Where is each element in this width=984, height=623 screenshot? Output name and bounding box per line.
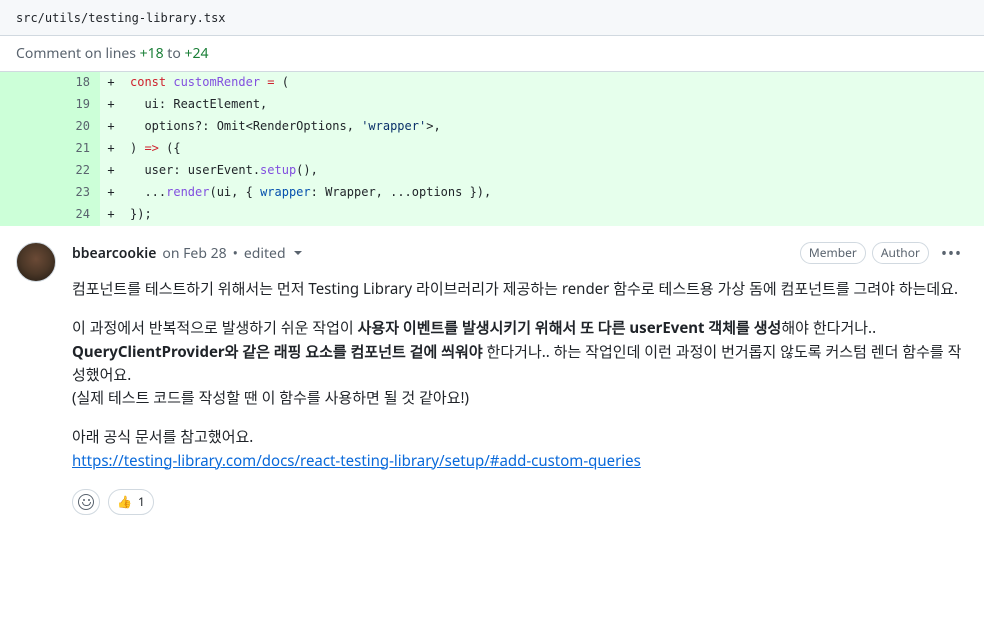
comment-paragraph: 아래 공식 문서를 참고했어요. https://testing-library… xyxy=(72,426,968,473)
code-line: 20+ options?: Omit<RenderOptions, 'wrapp… xyxy=(0,116,984,138)
chevron-down-icon[interactable] xyxy=(294,251,302,255)
edited-label[interactable]: edited xyxy=(244,244,286,263)
file-path[interactable]: src/utils/testing-library.tsx xyxy=(16,11,226,25)
code-line: 19+ ui: ReactElement, xyxy=(0,94,984,116)
code-line: 21+) => ({ xyxy=(0,138,984,160)
doc-link[interactable]: https://testing-library.com/docs/react-t… xyxy=(72,451,641,471)
diff-marker: + xyxy=(100,182,122,204)
file-header: src/utils/testing-library.tsx xyxy=(0,0,984,36)
comment-paragraph: 컴포넌트를 테스트하기 위해서는 먼저 Testing Library 라이브러… xyxy=(72,278,968,301)
reaction-count: 1 xyxy=(138,493,145,510)
code-content: ui: ReactElement, xyxy=(122,94,267,116)
kebab-menu-icon[interactable]: ••• xyxy=(935,242,968,264)
code-diff-block: 18+const customRender = (19+ ui: ReactEl… xyxy=(0,72,984,226)
diff-marker: + xyxy=(100,138,122,160)
author-link[interactable]: bbearcookie xyxy=(72,244,156,263)
line-number[interactable]: 20 xyxy=(50,116,100,138)
thumbs-up-reaction[interactable]: 👍 1 xyxy=(108,489,154,515)
code-content: ) => ({ xyxy=(122,138,181,160)
review-comment: bbearcookie on Feb 28 • edited Member Au… xyxy=(0,226,984,531)
code-content: ...render(ui, { wrapper: Wrapper, ...opt… xyxy=(122,182,491,204)
comment-text: 컴포넌트를 테스트하기 위해서는 먼저 Testing Library 라이브러… xyxy=(72,278,968,473)
line-number[interactable]: 18 xyxy=(50,72,100,94)
avatar[interactable] xyxy=(16,242,56,282)
code-line: 18+const customRender = ( xyxy=(0,72,984,94)
line-number[interactable]: 24 xyxy=(50,204,100,226)
range-to: +24 xyxy=(184,44,208,63)
diff-marker: + xyxy=(100,72,122,94)
comment-line-range: Comment on lines +18 to +24 xyxy=(0,36,984,72)
comment-paragraph: 이 과정에서 반복적으로 발생하기 쉬운 작업이 사용자 이벤트를 발생시키기 … xyxy=(72,317,968,410)
diff-marker: + xyxy=(100,204,122,226)
line-number[interactable]: 23 xyxy=(50,182,100,204)
timestamp[interactable]: on Feb 28 xyxy=(162,244,226,263)
member-badge: Member xyxy=(800,242,866,264)
author-badge: Author xyxy=(872,242,929,264)
diff-marker: + xyxy=(100,160,122,182)
thumbs-up-icon: 👍 xyxy=(117,493,132,510)
line-number[interactable]: 22 xyxy=(50,160,100,182)
line-number[interactable]: 21 xyxy=(50,138,100,160)
diff-marker: + xyxy=(100,94,122,116)
add-reaction-button[interactable] xyxy=(72,489,100,515)
diff-marker: + xyxy=(100,116,122,138)
line-number[interactable]: 19 xyxy=(50,94,100,116)
code-line: 24+}); xyxy=(0,204,984,226)
reactions-bar: 👍 1 xyxy=(72,489,968,515)
code-content: user: userEvent.setup(), xyxy=(122,160,318,182)
code-line: 22+ user: userEvent.setup(), xyxy=(0,160,984,182)
range-from: +18 xyxy=(140,44,164,63)
code-content: options?: Omit<RenderOptions, 'wrapper'>… xyxy=(122,116,441,138)
comment-header: bbearcookie on Feb 28 • edited Member Au… xyxy=(72,242,968,264)
code-line: 23+ ...render(ui, { wrapper: Wrapper, ..… xyxy=(0,182,984,204)
smiley-icon xyxy=(78,494,94,510)
code-content: const customRender = ( xyxy=(122,72,289,94)
code-content: }); xyxy=(122,204,152,226)
